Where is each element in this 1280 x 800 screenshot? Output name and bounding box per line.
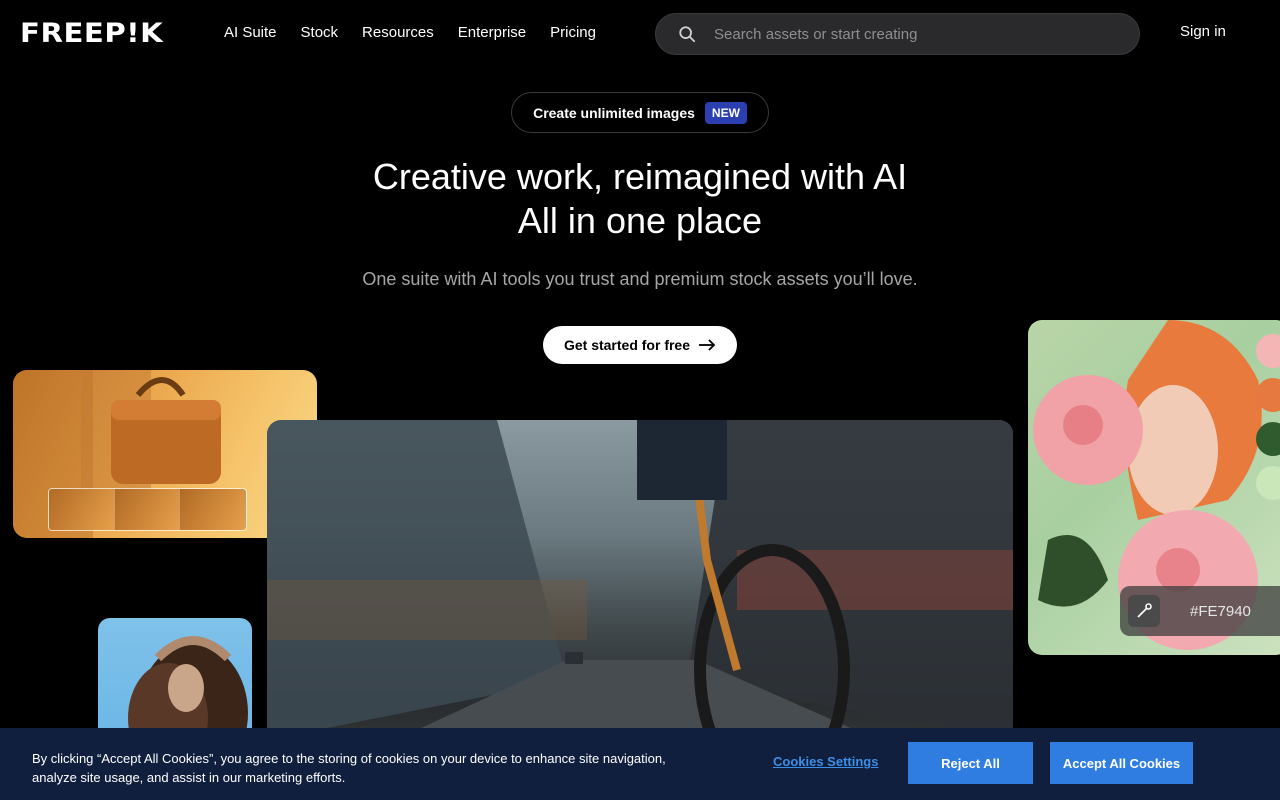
- thumbnail[interactable]: [180, 489, 246, 530]
- hero-title: Creative work, reimagined with AI All in…: [0, 155, 1280, 243]
- get-started-label: Get started for free: [563, 337, 691, 353]
- freepik-logo[interactable]: FREEP!K: [20, 20, 163, 48]
- main-nav: AI Suite Stock Resources Enterprise Pric…: [224, 22, 596, 44]
- search-bar[interactable]: [655, 13, 1140, 55]
- cookie-banner: By clicking “Accept All Cookies”, you ag…: [0, 728, 1280, 800]
- color-swatch[interactable]: [1256, 334, 1280, 368]
- cookie-settings-link[interactable]: Cookies Settings: [773, 754, 878, 769]
- color-swatch[interactable]: [1256, 378, 1280, 412]
- nav-ai-suite[interactable]: AI Suite: [224, 22, 277, 44]
- thumbnail[interactable]: [49, 489, 115, 530]
- accept-all-cookies-button[interactable]: Accept All Cookies: [1050, 742, 1193, 784]
- cookie-message: By clicking “Accept All Cookies”, you ag…: [32, 751, 666, 785]
- nav-pricing[interactable]: Pricing: [550, 22, 596, 44]
- reject-all-button[interactable]: Reject All: [908, 742, 1033, 784]
- color-picker-chip[interactable]: #FE7940: [1120, 586, 1280, 636]
- color-hex-value: #FE7940: [1190, 602, 1251, 620]
- handbag-thumbnail-strip[interactable]: [48, 488, 247, 531]
- color-swatch[interactable]: [1256, 422, 1280, 456]
- new-badge: NEW: [704, 101, 747, 124]
- thumbnail[interactable]: [114, 489, 181, 530]
- eyedropper-icon[interactable]: [1128, 595, 1160, 627]
- search-input[interactable]: [714, 25, 1094, 43]
- nav-stock[interactable]: Stock: [301, 22, 339, 44]
- get-started-button[interactable]: Get started for free: [543, 326, 737, 364]
- nav-enterprise[interactable]: Enterprise: [458, 22, 526, 44]
- hero-subtitle: One suite with AI tools you trust and pr…: [362, 269, 918, 289]
- promo-pill[interactable]: Create unlimited images NEW: [511, 92, 769, 133]
- hero-title-line1: Creative work, reimagined with AI: [372, 156, 908, 197]
- sign-in-link[interactable]: Sign in: [1180, 23, 1226, 40]
- color-swatch-list: [1256, 334, 1280, 500]
- color-swatch[interactable]: [1256, 466, 1280, 500]
- search-icon: [679, 26, 696, 43]
- nav-resources[interactable]: Resources: [362, 22, 434, 44]
- hero-title-line2: All in one place: [517, 200, 763, 241]
- promo-text: Create unlimited images: [533, 104, 695, 121]
- arrow-right-icon: [699, 339, 716, 351]
- site-header: FREEP!K AI Suite Stock Resources Enterpr…: [0, 0, 1280, 68]
